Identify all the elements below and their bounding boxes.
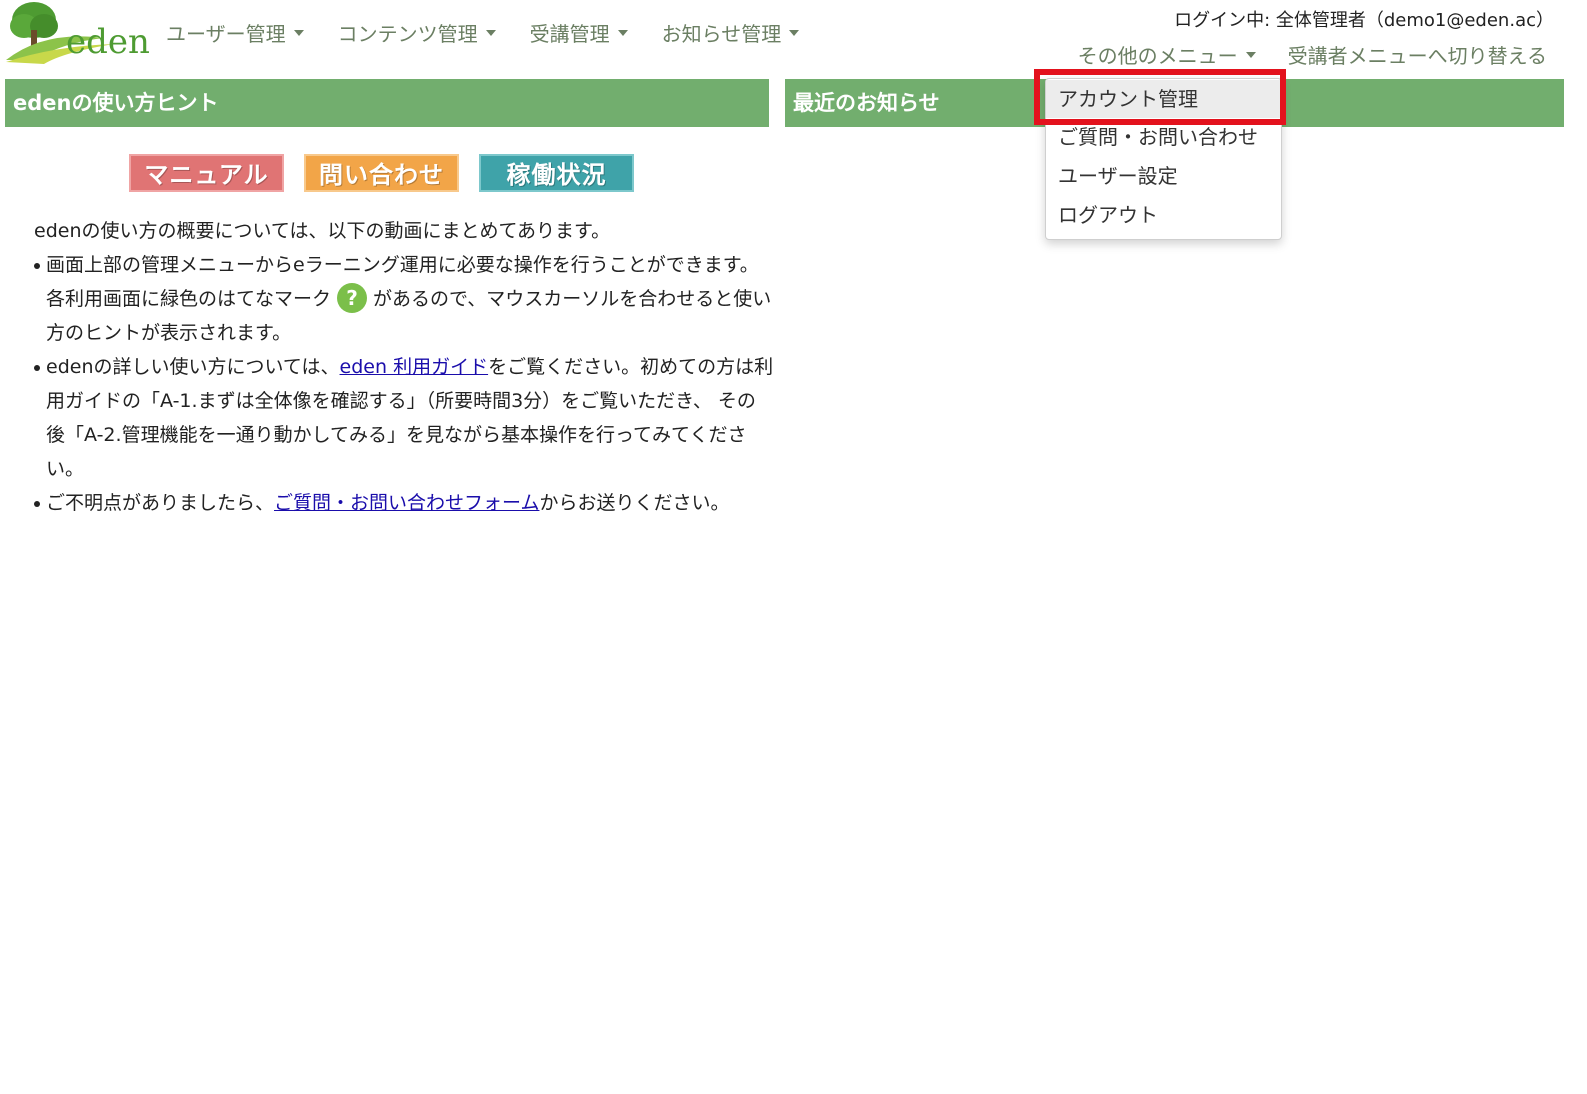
login-status: ログイン中: 全体管理者（demo1@eden.ac） (1174, 10, 1554, 31)
caret-down-icon (485, 29, 496, 36)
main-nav: ユーザー管理 コンテンツ管理 受講管理 お知らせ管理 (166, 18, 833, 47)
menu-item-logout[interactable]: ログアウト (1046, 196, 1281, 234)
banner-buttons: マニュアル 問い合わせ 稼働状況 (129, 154, 634, 192)
nav-label: 受講管理 (529, 22, 610, 46)
caret-down-icon (293, 29, 304, 36)
nav-label: その他のメニュー (1077, 44, 1238, 68)
hints-content: edenの使い方の概要については、以下の動画にまとめてあります。 画面上部の管理… (34, 214, 774, 520)
caret-down-icon (1245, 51, 1256, 58)
hints-section-header: edenの使い方ヒント (5, 79, 769, 127)
contact-button[interactable]: 問い合わせ (304, 154, 459, 192)
caret-down-icon (617, 29, 628, 36)
nav-other-menu[interactable]: その他のメニュー (1078, 40, 1256, 69)
manual-button[interactable]: マニュアル (129, 154, 284, 192)
nav-user-management[interactable]: ユーザー管理 (166, 18, 304, 47)
nav-label: お知らせ管理 (661, 22, 782, 46)
usage-guide-link[interactable]: eden 利用ガイド (340, 356, 489, 378)
other-menu-dropdown: アカウント管理 ご質問・お問い合わせ ユーザー設定 ログアウト (1045, 78, 1282, 240)
list-item: 画面上部の管理メニューからeラーニング運用に必要な操作を行うことができます。各利… (34, 248, 774, 350)
secondary-nav: その他のメニュー 受講者メニューへ切り替える (1046, 40, 1547, 69)
menu-item-inquiry[interactable]: ご質問・お問い合わせ (1046, 118, 1281, 156)
nav-content-management[interactable]: コンテンツ管理 (338, 18, 496, 47)
nav-label: ユーザー管理 (166, 22, 286, 46)
menu-item-user-settings[interactable]: ユーザー設定 (1046, 157, 1281, 195)
inquiry-form-link[interactable]: ご質問・お問い合わせフォーム (274, 492, 539, 514)
hints-intro: edenの使い方の概要については、以下の動画にまとめてあります。 (34, 220, 611, 242)
nav-notice-management[interactable]: お知らせ管理 (662, 18, 800, 47)
logo-wordmark: eden (66, 22, 150, 62)
caret-down-icon (789, 29, 800, 36)
help-question-icon: ? (337, 282, 368, 313)
menu-item-account-management[interactable]: アカウント管理 (1046, 80, 1281, 118)
list-item: ご不明点がありましたら、ご質問・お問い合わせフォームからお送りください。 (34, 486, 774, 520)
eden-logo[interactable]: eden (4, 0, 150, 66)
nav-label: コンテンツ管理 (337, 22, 478, 46)
hint-text: ご不明点がありましたら、 (46, 492, 275, 514)
nav-course-management[interactable]: 受講管理 (530, 18, 628, 47)
status-button[interactable]: 稼働状況 (479, 154, 634, 192)
list-item: edenの詳しい使い方については、eden 利用ガイドをご覧ください。初めての方… (34, 350, 774, 486)
switch-to-learner-menu[interactable]: 受講者メニューへ切り替える (1288, 40, 1547, 69)
hint-text: edenの詳しい使い方については、 (46, 356, 340, 378)
hints-list: 画面上部の管理メニューからeラーニング運用に必要な操作を行うことができます。各利… (34, 248, 774, 520)
hint-text: からお送りください。 (539, 492, 730, 514)
